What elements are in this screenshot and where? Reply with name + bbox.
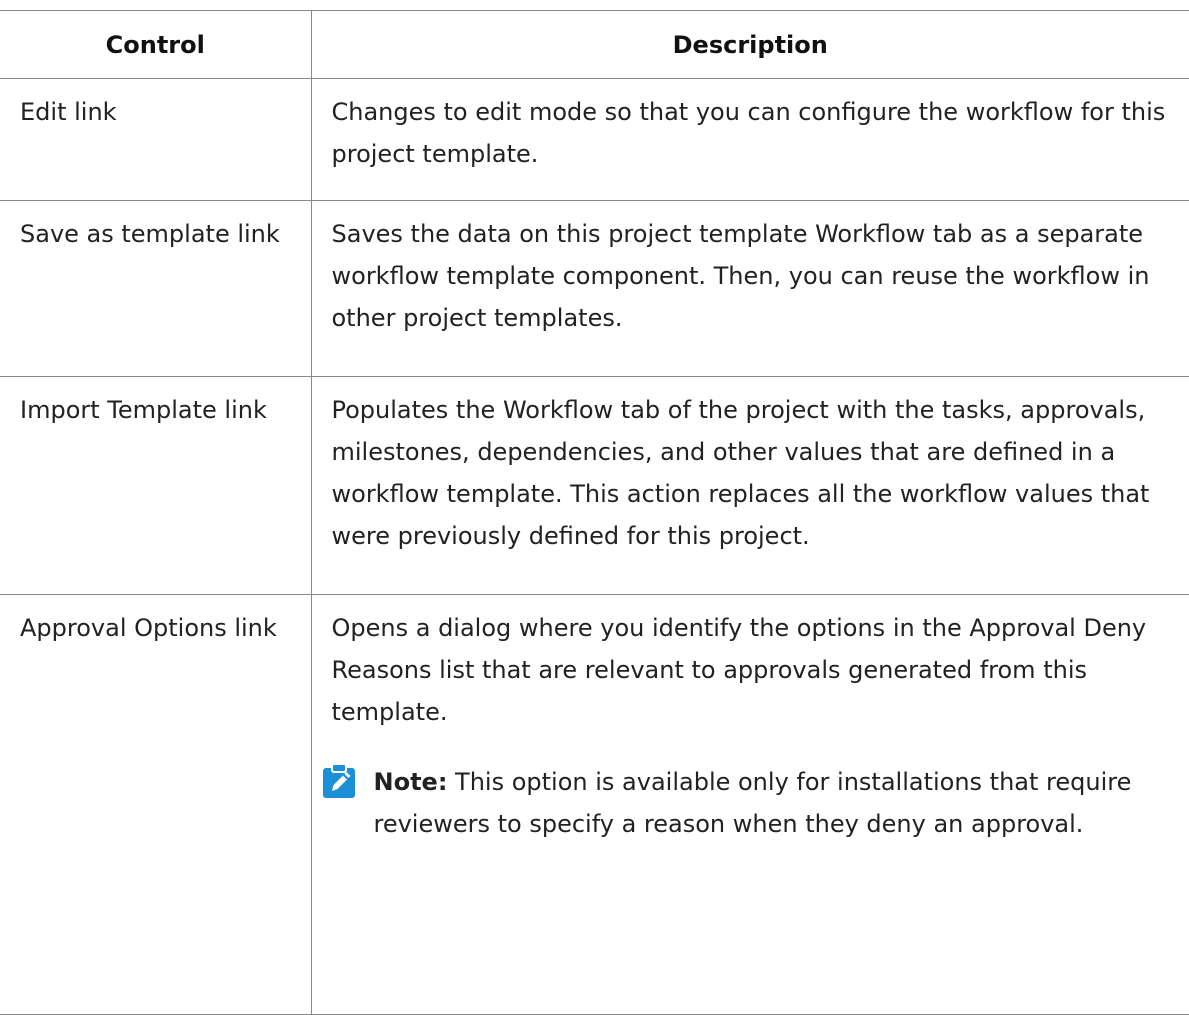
description-cell: Saves the data on this project template … — [310, 200, 1189, 377]
control-cell: Save as template link — [0, 200, 312, 377]
description-cell: Opens a dialog where you identify the op… — [310, 594, 1189, 1015]
note-block: Note: This option is available only for … — [322, 761, 1170, 845]
table-row: Edit link Changes to edit mode so that y… — [0, 78, 1189, 201]
control-cell: Approval Options link — [0, 594, 312, 1015]
table-row: Save as template link Saves the data on … — [0, 200, 1189, 377]
control-cell: Import Template link — [0, 376, 312, 595]
table-row: Approval Options link Opens a dialog whe… — [0, 594, 1189, 1015]
table-row: Import Template link Populates the Workf… — [0, 376, 1189, 595]
control-cell: Edit link — [0, 78, 312, 201]
table-header-row: Control Description — [0, 10, 1189, 79]
note-text: This option is available only for instal… — [373, 768, 1132, 838]
note-label: Note: — [373, 768, 448, 796]
description-text: Opens a dialog where you identify the op… — [331, 614, 1147, 726]
description-cell: Changes to edit mode so that you can con… — [310, 78, 1189, 201]
controls-table: Control Description Edit link Changes to… — [0, 10, 1189, 1015]
description-cell: Populates the Workflow tab of the projec… — [310, 376, 1189, 595]
column-header-control: Control — [0, 10, 312, 79]
pencil-note-icon — [322, 763, 355, 798]
column-header-description: Description — [310, 10, 1189, 79]
